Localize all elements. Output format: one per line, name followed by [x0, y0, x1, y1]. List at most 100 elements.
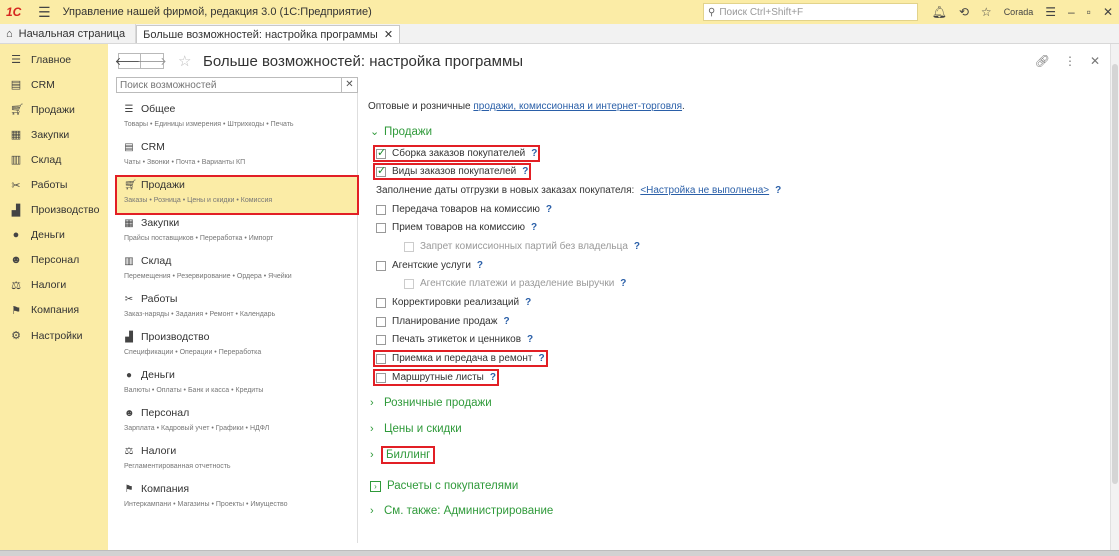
option-agent-payments[interactable]: Агентские платежи и разделение выручки ? — [404, 278, 626, 289]
help-icon[interactable]: ? — [531, 222, 537, 233]
option-order-types[interactable]: Виды заказов покупателей ? — [372, 163, 532, 180]
maximize-icon[interactable]: ▫ — [1087, 5, 1091, 19]
intro-link[interactable]: продажи, комиссионная и интернет-торговл… — [473, 101, 682, 112]
history-icon[interactable]: ⟲ — [959, 5, 969, 19]
settings-menu-icon[interactable]: ☰ — [1045, 5, 1056, 19]
option-labels[interactable]: Печать этикеток и ценников ? — [376, 334, 533, 345]
close-tab-icon[interactable]: ✕ — [384, 28, 393, 41]
category-item[interactable]: ▦ Закупки Прайсы поставщиков • Переработка… — [116, 214, 358, 252]
feature-search-input[interactable] — [117, 78, 341, 92]
close-form-icon[interactable]: ✕ — [1090, 54, 1100, 68]
category-item[interactable]: ☻ Персонал Зарплата • Кадровый учет • Граф… — [116, 404, 358, 442]
section-retail[interactable]: › Розничные продажи — [370, 397, 492, 409]
checkbox-assembly[interactable] — [376, 146, 386, 159]
favorite-star-icon[interactable]: ☆ — [178, 52, 191, 70]
header-actions: 🔗︎ ⋮ ✕ — [1035, 54, 1100, 68]
checkbox-labels[interactable] — [376, 334, 386, 345]
checkbox-repair[interactable] — [376, 353, 386, 364]
main-menu-icon[interactable]: ☰ — [38, 4, 51, 21]
sidebar-item[interactable]: ▟ Производство — [0, 198, 108, 223]
checkbox-consign-ban[interactable] — [404, 241, 414, 252]
category-item[interactable]: ▥ Склад Перемещения • Резервирование • Орд… — [116, 252, 358, 290]
checkbox-planning[interactable] — [376, 316, 386, 327]
more-icon[interactable]: ⋮ — [1064, 54, 1076, 68]
category-item[interactable]: ✂ Работы Заказ-наряды • Задания • Ремонт •… — [116, 290, 358, 328]
sidebar-item[interactable]: ☻ Персонал — [0, 248, 108, 273]
checkbox-consign-accept[interactable] — [376, 222, 386, 233]
sidebar-item[interactable]: ▤ CRM — [0, 72, 108, 97]
category-item[interactable]: 🛒︎ Продажи Заказы • Розница • Цены и скидк… — [115, 175, 359, 215]
option-labels-label: Печать этикеток и ценников — [392, 334, 522, 345]
section-prices[interactable]: › Цены и скидки — [370, 423, 462, 435]
checkbox-routes[interactable] — [376, 372, 386, 383]
scrollbar-thumb[interactable] — [1112, 64, 1118, 484]
help-icon[interactable]: ? — [477, 260, 483, 271]
sidebar-item[interactable]: ▥ Склад — [0, 147, 108, 172]
help-icon[interactable]: ? — [546, 204, 552, 215]
checkbox-consign-transfer[interactable] — [376, 204, 386, 215]
help-icon[interactable]: ? — [522, 166, 528, 177]
section-see-also[interactable]: › См. также: Администрирование — [370, 505, 553, 517]
option-routes[interactable]: Маршрутные листы ? — [373, 369, 499, 386]
horizontal-scrollbar[interactable] — [0, 550, 1119, 556]
section-billing[interactable]: › Биллинг — [370, 446, 436, 464]
forward-button[interactable]: 🡒 — [137, 53, 167, 69]
sidebar-item[interactable]: ⚖ Налоги — [0, 273, 108, 298]
category-item[interactable]: ⚖ Налоги Регламентированная отчетность — [116, 442, 358, 480]
user-name[interactable]: Corada — [1004, 7, 1034, 17]
sidebar-item[interactable]: ⚑ Компания — [0, 298, 108, 323]
link-icon[interactable]: 🔗︎ — [1035, 54, 1050, 68]
tab-settings[interactable]: Больше возможностей: настройка программы… — [136, 25, 401, 43]
help-icon[interactable]: ? — [503, 316, 509, 327]
checkbox-agent[interactable] — [376, 260, 386, 271]
option-consign-accept[interactable]: Прием товаров на комиссию ? — [376, 222, 537, 233]
option-planning[interactable]: Планирование продаж ? — [376, 316, 510, 327]
option-repair[interactable]: Приемка и передача в ремонт ? — [373, 350, 548, 367]
help-icon[interactable]: ? — [634, 241, 640, 252]
tab-home[interactable]: ⌂ Начальная страница — [0, 24, 137, 43]
section-settlements[interactable]: › Расчеты с покупателями — [370, 480, 518, 492]
category-title: Продажи — [141, 179, 185, 191]
checkbox-agent-payments[interactable] — [404, 278, 414, 289]
category-description: Интеркампани • Магазины • Проекты • Имущ… — [124, 501, 288, 508]
sidebar-item[interactable]: ☰ Главное — [0, 47, 108, 72]
clear-search-icon[interactable]: ✕ — [341, 78, 357, 92]
section-sales[interactable]: ⌄ Продажи — [370, 125, 432, 139]
taxes-icon: ⚖ — [11, 279, 21, 292]
sidebar-item[interactable]: 🛒︎ Продажи — [0, 97, 108, 122]
help-icon[interactable]: ? — [775, 185, 781, 196]
close-window-icon[interactable]: ✕ — [1103, 5, 1113, 19]
checkbox-order-types[interactable] — [376, 164, 386, 177]
sidebar-item[interactable]: ⚙ Настройки — [0, 323, 108, 348]
section-see-also-label: См. также: Администрирование — [384, 505, 554, 517]
help-icon[interactable]: ? — [538, 353, 544, 364]
help-icon[interactable]: ? — [527, 334, 533, 345]
sidebar-item[interactable]: ▦ Закупки — [0, 122, 108, 147]
category-item[interactable]: ☰ Общее Товары • Единицы измерения • Штрих… — [116, 100, 358, 138]
vertical-scrollbar[interactable] — [1110, 44, 1119, 550]
favorites-star-icon[interactable]: ☆ — [981, 5, 992, 19]
option-consign-ban[interactable]: Запрет комиссионных партий без владельца… — [404, 241, 640, 252]
help-icon[interactable]: ? — [525, 297, 531, 308]
help-icon[interactable]: ? — [620, 278, 626, 289]
category-item[interactable]: ● Деньги Валюты • Оплаты • Банк и касса • … — [116, 366, 358, 404]
help-icon[interactable]: ? — [490, 372, 496, 383]
category-item[interactable]: ⚑ Компания Интеркампани • Магазины • Проек… — [116, 480, 358, 518]
option-adjustments[interactable]: Корректировки реализаций ? — [376, 297, 531, 308]
category-description: Прайсы поставщиков • Переработка • Импор… — [124, 235, 274, 242]
sidebar-item[interactable]: ✂ Работы — [0, 172, 108, 197]
bell-icon[interactable]: 🔔︎ — [932, 5, 947, 19]
global-search-input[interactable]: ⚲ Поиск Ctrl+Shift+F — [703, 3, 918, 21]
sidebar-item[interactable]: ● Деньги — [0, 223, 108, 248]
option-assembly[interactable]: Сборка заказов покупателей ? — [372, 145, 541, 162]
checkbox-adjustments[interactable] — [376, 297, 386, 308]
category-item[interactable]: ▤ CRM Чаты • Звонки • Почта • Варианты КП — [116, 138, 358, 176]
minimize-icon[interactable]: – — [1068, 5, 1075, 19]
category-item[interactable]: ▟ Производство Спецификации • Операции • П… — [116, 328, 358, 366]
category-title-row: ⚑ Компания — [124, 480, 358, 495]
option-consign-transfer[interactable]: Передача товаров на комиссию ? — [376, 204, 552, 215]
help-icon[interactable]: ? — [531, 148, 537, 159]
ship-date-link[interactable]: <Настройка не выполнена> — [640, 185, 769, 196]
taxes-icon: ⚖ — [124, 445, 134, 457]
option-agent[interactable]: Агентские услуги ? — [376, 260, 483, 271]
